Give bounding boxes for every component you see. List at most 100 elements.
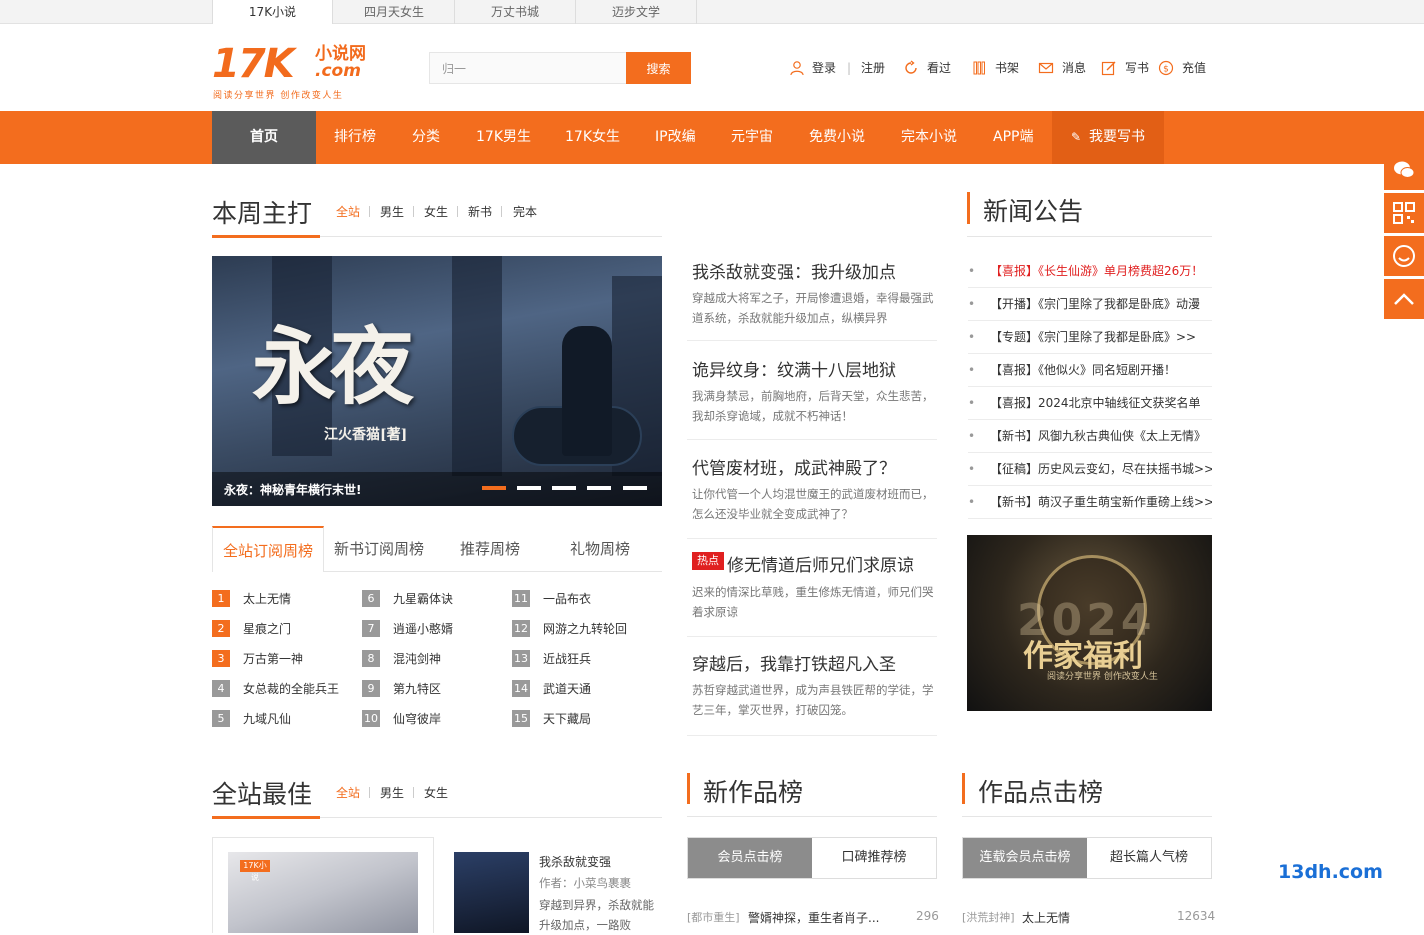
filter-male[interactable]: 男生 <box>380 203 404 220</box>
rank-book-name[interactable]: 混沌剑神 <box>393 650 441 667</box>
tab-subscribe-rank[interactable]: 全站订阅周榜 <box>212 526 324 572</box>
rank-book-name[interactable]: 仙穹彼岸 <box>393 710 441 727</box>
rank-book-name[interactable]: 武道天通 <box>543 680 591 697</box>
book-title[interactable]: 我杀敌就变强 <box>539 853 611 870</box>
rank-book-name[interactable]: 女总裁的全能兵王 <box>243 680 339 697</box>
rank-book-name[interactable]: 第九特区 <box>393 680 441 697</box>
news-item[interactable]: • 【喜报】2024北京中轴线征文获奖名单 <box>968 387 1212 420</box>
row-book-name[interactable]: 太上无情 <box>1022 909 1070 926</box>
nav-finished[interactable]: 完本小说 <box>901 111 957 164</box>
nav-male[interactable]: 17K男生 <box>476 111 531 164</box>
best-filter-all[interactable]: 全站 <box>336 784 360 801</box>
tab-member-click[interactable]: 会员点击榜 <box>688 838 812 878</box>
row-category[interactable]: [洪荒封神] <box>962 909 1015 925</box>
logo-com: .com <box>315 61 361 81</box>
tab-maibu[interactable]: 迈步文学 <box>576 0 697 24</box>
rank-book-name[interactable]: 星痕之门 <box>243 620 291 637</box>
news-item[interactable]: • 【专题】《宗门里除了我都是卧底》>> <box>968 321 1212 354</box>
news-item[interactable]: • 【喜报】《他似火》同名短剧开播！ <box>968 354 1212 387</box>
carousel-dot-1[interactable] <box>482 486 506 490</box>
news-item[interactable]: • 【新书】风御九秋古典仙侠《太上无情》 <box>968 420 1212 453</box>
carousel-dot-5[interactable] <box>623 486 647 490</box>
news-item[interactable]: • 【新书】萌汉子重生萌宝新作重磅上线>> <box>968 486 1212 519</box>
carousel-dot-4[interactable] <box>587 486 611 490</box>
book-cover[interactable]: 17K小说 <box>228 852 418 933</box>
tab-wanzhang[interactable]: 万丈书城 <box>455 0 576 24</box>
story-title[interactable]: 诡异纹身：纹满十八层地狱 <box>692 356 896 381</box>
tab-gift-rank[interactable]: 礼物周榜 <box>552 526 648 572</box>
rank-number: 7 <box>362 620 380 637</box>
write-link[interactable]: 写书 <box>1125 58 1149 78</box>
rank-book-name[interactable]: 九域凡仙 <box>243 710 291 727</box>
tab-reputation[interactable]: 口碑推荐榜 <box>812 838 936 878</box>
qrcode-icon[interactable] <box>1384 193 1424 233</box>
filter-female[interactable]: 女生 <box>424 203 448 220</box>
rank-book-name[interactable]: 网游之九转轮回 <box>543 620 627 637</box>
rank-number: 2 <box>212 620 230 637</box>
wechat-icon[interactable] <box>1384 150 1424 190</box>
row-category[interactable]: [都市重生] <box>687 909 740 925</box>
main-nav: 首页 排行榜 分类 17K男生 17K女生 IP改编 元宇宙 免费小说 完本小说… <box>0 111 1424 164</box>
nav-write-button[interactable]: ✎ 我要写书 <box>1052 111 1164 164</box>
story-desc: 让你代管一个人均混世魔王的武道废材班而已，怎么还没毕业就全变成武神了？ <box>692 487 934 521</box>
filter-new[interactable]: 新书 <box>468 203 492 220</box>
filter-all[interactable]: 全站 <box>336 203 360 220</box>
tab-siyuetian[interactable]: 四月天女生 <box>334 0 455 24</box>
rank-book-name[interactable]: 九星霸体诀 <box>393 590 453 607</box>
cover-logo: 17K小说 <box>240 860 270 882</box>
writer-welfare-poster[interactable]: 2024 作家福利 阅读分享世界 创作改变人生 <box>967 535 1212 711</box>
hero-banner[interactable]: 永夜 江火香猫[著] 永夜：神秘青年横行末世! <box>212 256 662 506</box>
nav-female[interactable]: 17K女生 <box>565 111 620 164</box>
tab-recommend-rank[interactable]: 推荐周榜 <box>442 526 538 572</box>
story-title[interactable]: 代管废材班，成武神殿了？ <box>692 454 896 479</box>
rank-book-name[interactable]: 逍遥小憨婿 <box>393 620 453 637</box>
tab-long-popular[interactable]: 超长篇人气榜 <box>1087 838 1211 878</box>
news-item[interactable]: • 【开播】《宗门里除了我都是卧底》动漫 <box>968 288 1212 321</box>
story-divider <box>687 340 937 341</box>
nav-category[interactable]: 分类 <box>412 111 440 164</box>
bookshelf-link[interactable]: 书架 <box>995 58 1019 78</box>
best-filter-female[interactable]: 女生 <box>424 784 448 801</box>
news-item[interactable]: • 【喜报】《长生仙游》单月榜费超26万！ <box>968 255 1212 288</box>
carousel-dot-2[interactable] <box>517 486 541 490</box>
nav-app[interactable]: APP端 <box>993 111 1033 164</box>
story-divider <box>687 538 937 539</box>
story-title[interactable]: 穿越后，我靠打铁超凡入圣 <box>692 650 896 675</box>
click-rank-title: 作品点击榜 <box>978 778 1104 807</box>
tab-serial-click[interactable]: 连载会员点击榜 <box>963 838 1087 878</box>
nav-ranking[interactable]: 排行榜 <box>334 111 376 164</box>
story-title[interactable]: 我杀敌就变强：我升级加点 <box>692 258 896 283</box>
rank-book-name[interactable]: 万古第一神 <box>243 650 303 667</box>
book-cover[interactable] <box>454 852 529 933</box>
search-button[interactable]: 搜索 <box>626 52 691 84</box>
best-filter-male[interactable]: 男生 <box>380 784 404 801</box>
poster-sub: 阅读分享世界 创作改变人生 <box>1047 672 1158 682</box>
nav-free[interactable]: 免费小说 <box>809 111 865 164</box>
new-rank-switch: 会员点击榜 口碑推荐榜 <box>687 837 937 879</box>
story-desc: 我满身禁忌，前胸地府，后背天堂，众生悲苦，我却杀穿诡域，成就不朽神话！ <box>692 389 934 423</box>
rank-book-name[interactable]: 近战狂兵 <box>543 650 591 667</box>
rank-book-name[interactable]: 太上无情 <box>243 590 291 607</box>
message-link[interactable]: 消息 <box>1062 58 1086 78</box>
search-input[interactable] <box>429 52 627 84</box>
history-link[interactable]: 看过 <box>927 58 951 78</box>
login-link[interactable]: 登录 <box>812 58 836 78</box>
rank-book-name[interactable]: 一品布衣 <box>543 590 591 607</box>
back-to-top-icon[interactable] <box>1384 279 1424 319</box>
recharge-link[interactable]: 充值 <box>1182 58 1206 78</box>
nav-ip[interactable]: IP改编 <box>655 111 696 164</box>
weekly-underline <box>212 235 320 238</box>
news-item[interactable]: • 【征稿】历史风云变幻，尽在扶摇书城>> <box>968 453 1212 486</box>
filter-finished[interactable]: 完本 <box>513 203 537 220</box>
tab-17k[interactable]: 17K小说 <box>212 0 333 25</box>
carousel-dot-3[interactable] <box>552 486 576 490</box>
site-logo[interactable]: 17K 小说网 .com 阅读分享世界 创作改变人生 <box>212 44 372 101</box>
rank-book-name[interactable]: 天下藏局 <box>543 710 591 727</box>
nav-home[interactable]: 首页 <box>212 111 316 164</box>
story-title[interactable]: 修无情道后师兄们求原谅 <box>727 551 914 576</box>
tab-newbook-rank[interactable]: 新书订阅周榜 <box>326 526 432 572</box>
customer-service-icon[interactable] <box>1384 236 1424 276</box>
row-book-name[interactable]: 警婿神探，重生者肖子... <box>748 909 879 926</box>
nav-metaverse[interactable]: 元宇宙 <box>731 111 773 164</box>
register-link[interactable]: 注册 <box>861 58 885 78</box>
